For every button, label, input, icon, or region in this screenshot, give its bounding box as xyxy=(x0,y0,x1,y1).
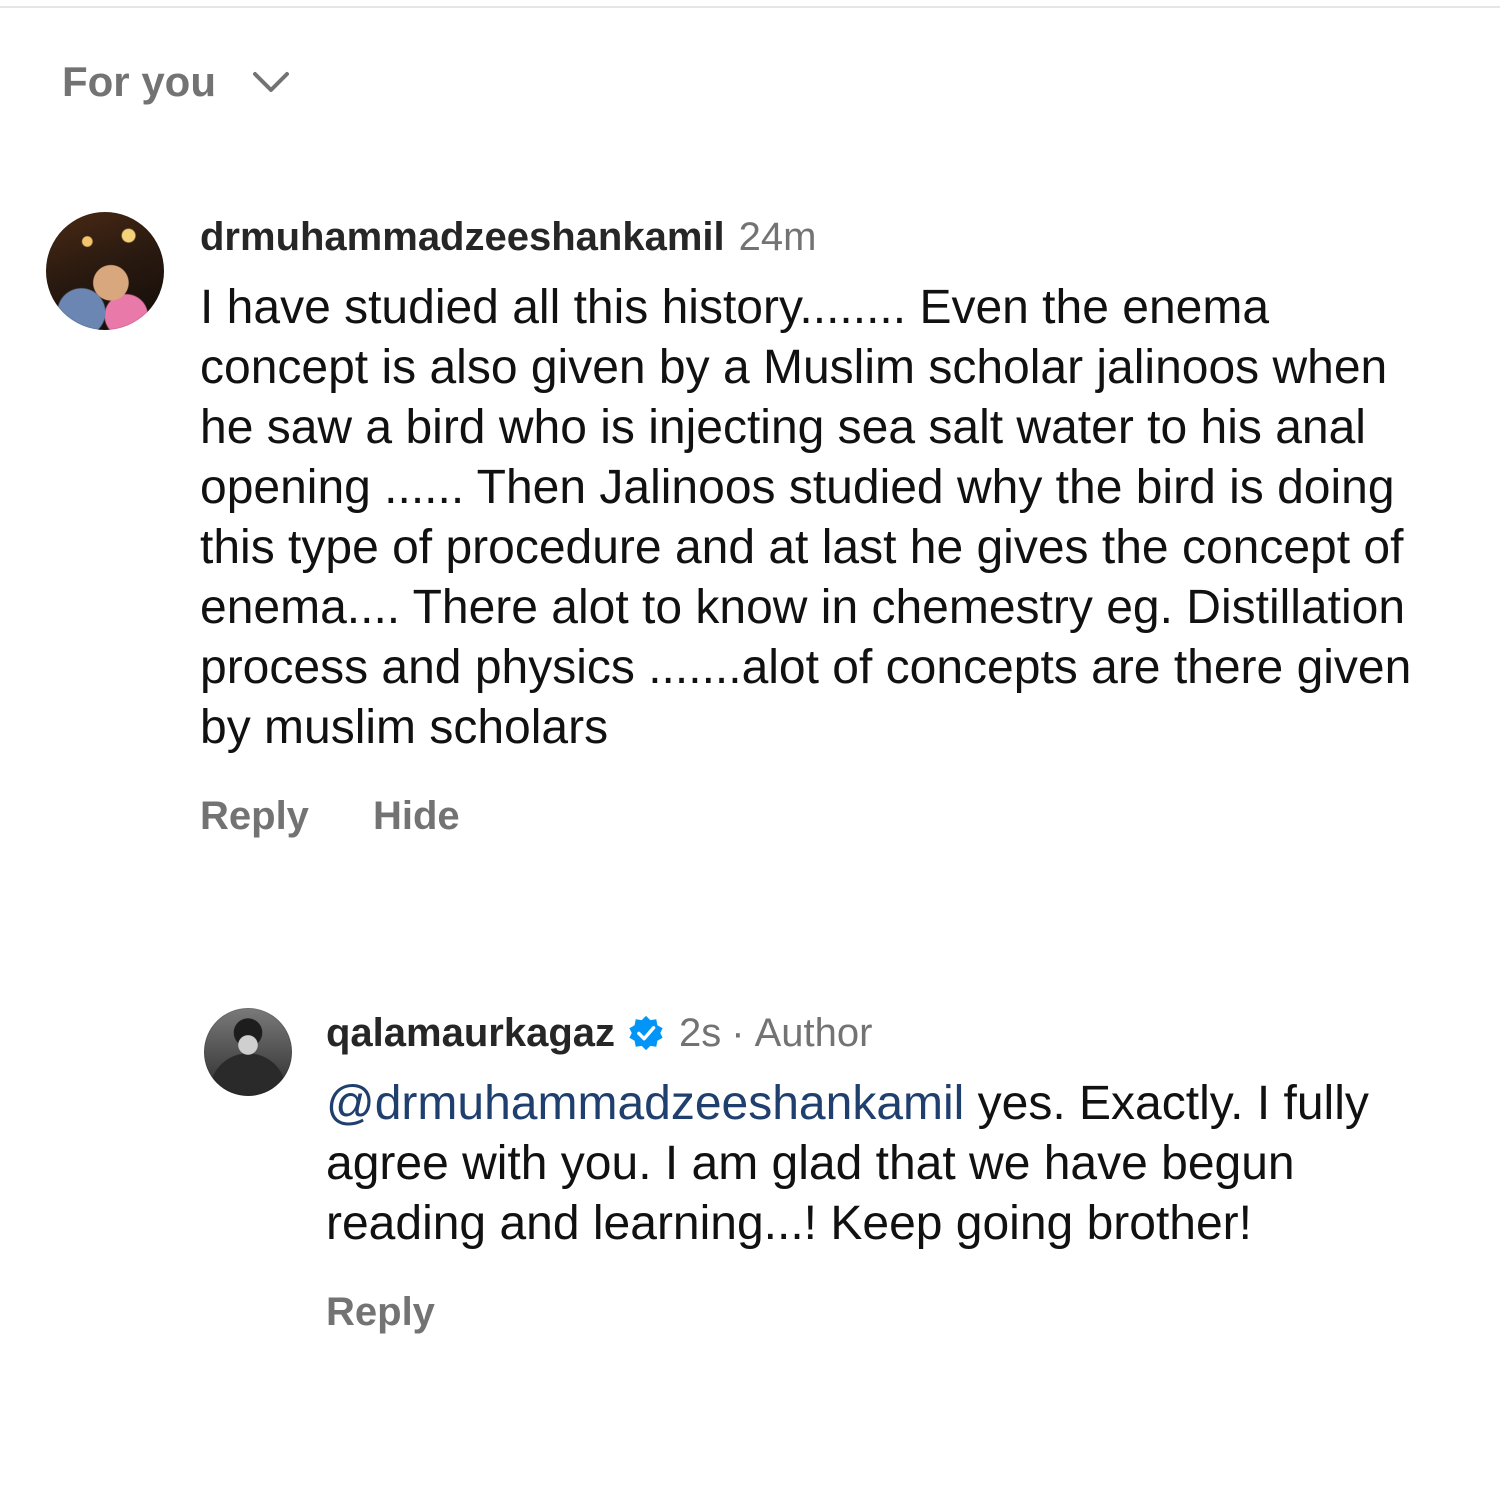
reply-body: qalamaurkagaz 2s · Author @drmuhammadzee… xyxy=(326,1008,1466,1335)
comment-body: drmuhammadzeeshankamil 24m I have studie… xyxy=(200,212,1460,839)
comment-timestamp: 24m xyxy=(738,214,817,259)
comment-meta: drmuhammadzeeshankamil 24m xyxy=(200,212,1460,262)
reply-actions: Reply xyxy=(326,1290,1466,1335)
avatar[interactable] xyxy=(204,1008,292,1096)
reply-username[interactable]: qalamaurkagaz xyxy=(326,1011,615,1056)
avatar[interactable] xyxy=(46,212,164,330)
comment-text: I have studied all this history........ … xyxy=(200,281,1412,754)
meta-separator: · xyxy=(731,1010,745,1055)
reply-meta: qalamaurkagaz 2s · Author xyxy=(326,1008,1466,1058)
comment-username[interactable]: drmuhammadzeeshankamil xyxy=(200,215,725,260)
hide-button[interactable]: Hide xyxy=(373,794,460,839)
verified-badge-icon xyxy=(629,1015,663,1051)
sort-label: For you xyxy=(62,58,216,105)
top-divider xyxy=(0,6,1500,8)
reply-button[interactable]: Reply xyxy=(326,1290,435,1335)
sort-dropdown[interactable]: For you xyxy=(62,56,290,108)
chevron-down-icon xyxy=(253,72,289,92)
reply-text: @drmuhammadzeeshankamil yes. Exactly. I … xyxy=(326,1074,1426,1254)
user-mention-link[interactable]: @drmuhammadzeeshankamil xyxy=(326,1077,964,1130)
reply-button[interactable]: Reply xyxy=(200,794,309,839)
author-badge: Author xyxy=(754,1010,873,1055)
reply-timestamp: 2s xyxy=(679,1010,722,1055)
comment-actions: Reply Hide xyxy=(200,794,1460,839)
